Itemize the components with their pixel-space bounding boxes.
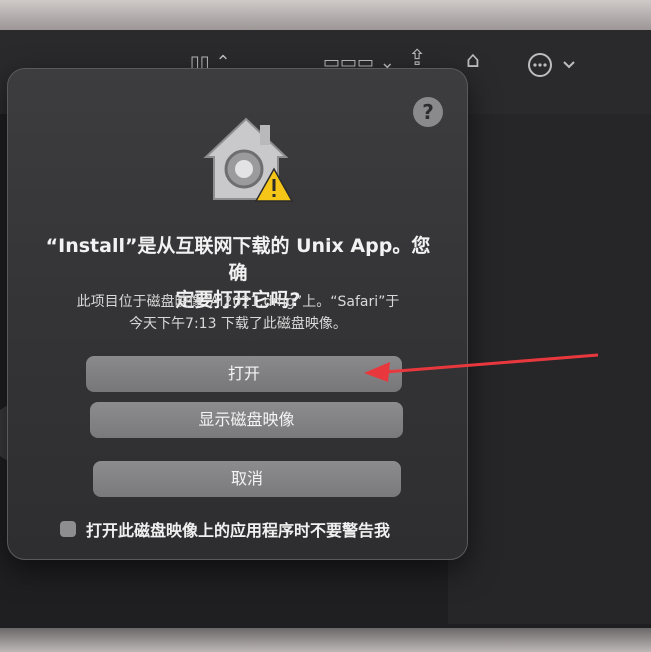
- dialog-title-line1: “Install”是从互联网下载的 Unix App。您确: [45, 235, 431, 284]
- dont-warn-checkbox[interactable]: [60, 521, 76, 537]
- dont-warn-checkbox-label: 打开此磁盘映像上的应用程序时不要警告我: [86, 521, 391, 540]
- gatekeeper-security-icon: [203, 117, 294, 202]
- screen-bezel-bottom: [0, 628, 651, 652]
- help-button[interactable]: ?: [413, 97, 443, 127]
- dont-warn-checkbox-row[interactable]: 打开此磁盘映像上的应用程序时不要警告我: [60, 517, 450, 541]
- content-panel: [448, 114, 651, 624]
- dialog-message-line2: 今天下午7:13 下载了此磁盘映像。: [129, 316, 347, 332]
- dialog-message-line1: 此项目位于磁盘映像“AI2021.dmg”上。“Safari”于: [76, 294, 400, 310]
- share-icon[interactable]: ⇪: [408, 48, 426, 70]
- gatekeeper-dialog: ? “Install”是从互联网下载的 Unix App。您确 定要打开它吗? …: [7, 68, 468, 560]
- tag-icon[interactable]: ⌂: [466, 50, 480, 72]
- show-disk-image-button[interactable]: 显示磁盘映像: [90, 402, 403, 438]
- more-actions-icon[interactable]: [528, 52, 576, 82]
- screen-bezel-top: [0, 0, 651, 30]
- dialog-message: 此项目位于磁盘映像“AI2021.dmg”上。“Safari”于 今天下午7:1…: [38, 291, 438, 335]
- cancel-button[interactable]: 取消: [93, 461, 401, 497]
- open-button[interactable]: 打开: [86, 356, 402, 392]
